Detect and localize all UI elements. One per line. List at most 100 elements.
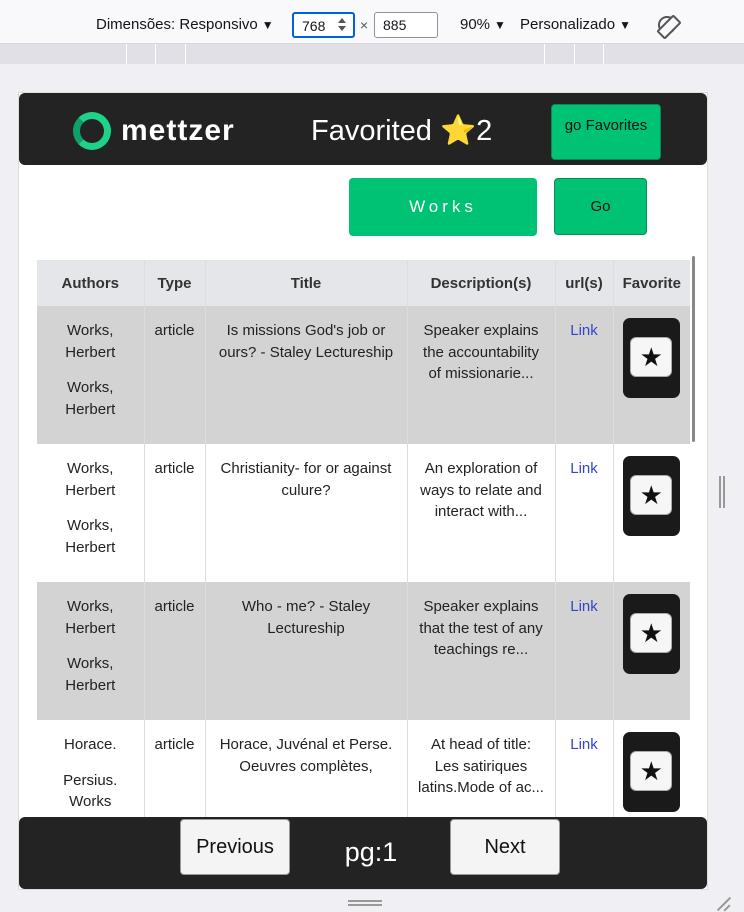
author-name: Works, Herbert: [65, 655, 116, 694]
ruler-tick: [544, 44, 545, 64]
type-cell: article: [144, 444, 206, 582]
header-favorite: Favorite: [613, 260, 690, 306]
header-title: Title: [205, 260, 408, 306]
media-query-ruler: [0, 44, 744, 64]
height-value: 885: [383, 17, 407, 33]
favorite-button[interactable]: ★: [623, 594, 681, 674]
ruler-tick: [603, 44, 604, 64]
description-cell: An exploration of ways to relate and int…: [407, 444, 556, 582]
height-input[interactable]: 885: [374, 12, 438, 38]
url-link[interactable]: Link: [570, 598, 598, 615]
author-name: Horace.: [63, 736, 117, 753]
url-cell: Link: [555, 720, 614, 820]
authors-cell: Works, Herbert Works, Herbert: [37, 582, 145, 720]
resize-handle-corner[interactable]: [716, 896, 732, 912]
chevron-down-icon: ▼: [261, 18, 274, 32]
favorited-label: Favorited: [311, 115, 432, 147]
table-row: Works, Herbert Works, Herbert article Chr…: [37, 444, 690, 582]
favorited-counter: Favorited ⭐2: [311, 114, 492, 148]
logo-ring-icon: [73, 112, 111, 150]
author-name: Works, Herbert: [65, 322, 116, 361]
header-authors: Authors: [37, 260, 145, 306]
title-cell: Christianity- for or against culure?: [205, 444, 408, 582]
table-row: Works, Herbert Works, Herbert article Who…: [37, 582, 690, 720]
spinner-icon[interactable]: [337, 17, 347, 33]
resize-handle-bottom[interactable]: [348, 900, 382, 906]
type-cell: article: [144, 720, 206, 820]
chevron-down-icon: ▼: [619, 18, 631, 32]
description-cell: Speaker explains that the test of any te…: [407, 582, 556, 720]
type-cell: article: [144, 306, 206, 444]
author-name: Works, Herbert: [65, 460, 116, 499]
header-bar: mettzer Favorited ⭐2 go Favorites: [19, 93, 707, 165]
authors-cell: Horace. Persius. Works: [37, 720, 145, 820]
title-cell: Who - me? - Staley Lectureship: [205, 582, 408, 720]
ruler-tick: [185, 44, 186, 64]
star-icon: ★: [630, 337, 673, 377]
table-row: Works, Herbert Works, Herbert article Is …: [37, 306, 690, 444]
star-icon: ★: [630, 751, 673, 791]
url-cell: Link: [555, 444, 614, 582]
title-text: Christianity- for or against culure?: [220, 460, 392, 499]
header-url: url(s): [555, 260, 614, 306]
favorite-cell: ★: [613, 306, 690, 444]
preset-label: Personalizado: [520, 16, 616, 33]
pagination-bar: Previous pg:1 Next: [19, 817, 707, 889]
favorite-button[interactable]: ★: [623, 732, 681, 812]
previous-button[interactable]: Previous: [180, 819, 290, 875]
header-type: Type: [144, 260, 206, 306]
chevron-down-icon: ▼: [494, 18, 506, 32]
rotate-icon[interactable]: [658, 16, 676, 34]
ruler-tick: [574, 44, 575, 64]
devtools-toolbar: Dimensões: Responsivo ▼ 768 × 885 90% ▼ Pe…: [0, 0, 744, 44]
url-link[interactable]: Link: [570, 460, 598, 477]
favorite-cell: ★: [613, 582, 690, 720]
author-name: Persius. Works: [63, 771, 118, 811]
table-header-row: Authors Type Title Description(s) url(s)…: [37, 260, 690, 306]
ruler-tick: [155, 44, 156, 64]
description-cell: At head of title: Les satiriques latins.…: [407, 720, 556, 820]
mettzer-logo: mettzer: [73, 111, 235, 151]
search-input[interactable]: Works: [349, 178, 537, 236]
title-cell: Is missions God's job or ours? - Staley …: [205, 306, 408, 444]
title-text: Is missions God's job or ours? - Staley …: [218, 322, 394, 361]
results-table: Authors Type Title Description(s) url(s)…: [37, 260, 690, 820]
title-text: Horace, Juvénal et Perse. Oeuvres complè…: [219, 736, 393, 775]
resize-handle-right[interactable]: [719, 476, 725, 508]
times-sign: ×: [360, 17, 369, 33]
title-cell: Horace, Juvénal et Perse. Oeuvres complè…: [205, 720, 408, 820]
description-text: At head of title: Les satiriques latins.…: [418, 736, 544, 796]
width-input[interactable]: 768: [292, 12, 355, 38]
url-link[interactable]: Link: [570, 322, 598, 339]
favorite-button[interactable]: ★: [623, 456, 681, 536]
width-value: 768: [302, 18, 326, 34]
favorite-button[interactable]: ★: [623, 318, 681, 398]
results-table-container: Authors Type Title Description(s) url(s)…: [37, 260, 691, 820]
go-favorites-button[interactable]: go Favorites: [551, 104, 661, 160]
url-link[interactable]: Link: [570, 736, 598, 753]
zoom-value: 90%: [460, 16, 491, 33]
logo-text: mettzer: [121, 114, 235, 147]
favorite-cell: ★: [613, 720, 690, 820]
description-cell: Speaker explains the accountability of m…: [407, 306, 556, 444]
description-text: Speaker explains that the test of any te…: [419, 598, 543, 658]
dimensions-dropdown[interactable]: Dimensões: Responsivo ▼: [96, 16, 274, 33]
table-scrollbar[interactable]: [692, 256, 695, 442]
go-button[interactable]: Go: [554, 178, 647, 235]
description-text: Speaker explains the accountability of m…: [423, 322, 539, 382]
url-cell: Link: [555, 306, 614, 444]
authors-cell: Works, Herbert Works, Herbert: [37, 444, 145, 582]
next-button[interactable]: Next: [450, 819, 560, 875]
url-cell: Link: [555, 582, 614, 720]
author-name: Works, Herbert: [65, 517, 116, 556]
favorited-count: 2: [476, 115, 493, 147]
favorite-cell: ★: [613, 444, 690, 582]
star-icon: ⭐: [439, 115, 477, 147]
zoom-dropdown[interactable]: 90% ▼: [460, 16, 506, 33]
author-name: Works, Herbert: [65, 598, 116, 637]
preset-dropdown[interactable]: Personalizado ▼: [520, 16, 631, 33]
authors-cell: Works, Herbert Works, Herbert: [37, 306, 145, 444]
description-text: An exploration of ways to relate and int…: [420, 460, 542, 520]
ruler-tick: [126, 44, 127, 64]
table-row: Horace. Persius. Works article Horace, Ju…: [37, 720, 690, 820]
